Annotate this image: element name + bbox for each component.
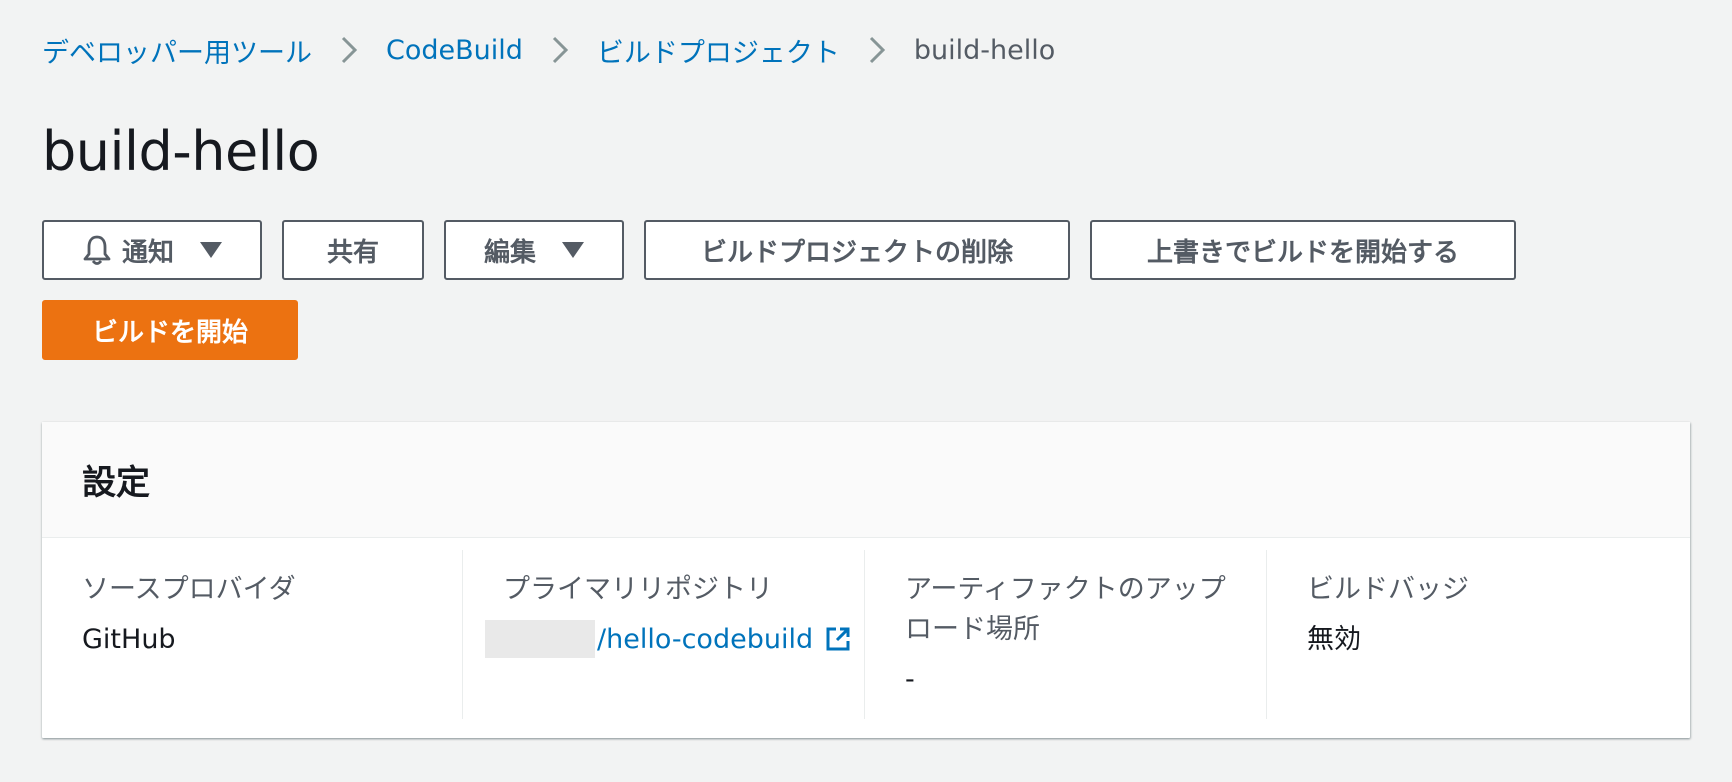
primary-repository-label: プライマリリポジトリ xyxy=(503,574,773,605)
start-build-button[interactable]: ビルドを開始 xyxy=(42,300,298,360)
configuration-panel: 設定 ソースプロバイダ GitHub プライマリリポジトリ /hello-cod… xyxy=(42,422,1690,738)
breadcrumb-current: build-hello xyxy=(913,34,1056,66)
edit-label: 編集 xyxy=(483,237,536,268)
panel-body: ソースプロバイダ GitHub プライマリリポジトリ /hello-codebu… xyxy=(42,538,1690,737)
primary-repository-column: プライマリリポジトリ /hello-codebuild xyxy=(462,550,864,719)
chevron-right-icon xyxy=(840,36,914,64)
breadcrumb-codebuild[interactable]: CodeBuild xyxy=(386,35,523,66)
caret-down-icon xyxy=(200,242,222,258)
build-badge-value: 無効 xyxy=(1307,624,1361,655)
artifact-upload-label: アーティファクトのアップロード場所 xyxy=(905,574,1226,645)
artifact-upload-value: - xyxy=(905,664,915,695)
source-provider-column: ソースプロバイダ GitHub xyxy=(42,550,462,719)
bell-icon xyxy=(82,234,112,266)
edit-button[interactable]: 編集 xyxy=(444,220,624,280)
build-badge-column: ビルドバッジ 無効 xyxy=(1266,550,1690,719)
delete-project-button[interactable]: ビルドプロジェクトの削除 xyxy=(644,220,1070,280)
breadcrumb-build-projects[interactable]: ビルドプロジェクト xyxy=(597,31,840,70)
start-build-with-overrides-button[interactable]: 上書きでビルドを開始する xyxy=(1090,220,1516,280)
panel-header: 設定 xyxy=(42,422,1690,538)
share-button[interactable]: 共有 xyxy=(282,220,424,280)
redacted-owner xyxy=(485,620,595,658)
notify-button[interactable]: 通知 xyxy=(42,220,262,280)
primary-repository-value: /hello-codebuild xyxy=(485,620,864,658)
primary-repository-link[interactable]: /hello-codebuild xyxy=(597,624,813,655)
source-provider-value: GitHub xyxy=(82,624,176,655)
caret-down-icon xyxy=(562,242,584,258)
panel-title: 設定 xyxy=(82,463,150,503)
breadcrumb: デベロッパー用ツール CodeBuild ビルドプロジェクト build-hel… xyxy=(42,30,1055,70)
build-badge-label: ビルドバッジ xyxy=(1307,574,1469,605)
page-title: build-hello xyxy=(42,120,320,183)
external-link-icon[interactable] xyxy=(825,626,851,652)
chevron-right-icon xyxy=(312,36,386,64)
source-provider-label: ソースプロバイダ xyxy=(82,574,296,605)
chevron-right-icon xyxy=(523,36,597,64)
breadcrumb-developer-tools[interactable]: デベロッパー用ツール xyxy=(42,31,312,70)
artifact-upload-column: アーティファクトのアップロード場所 - xyxy=(864,550,1266,719)
notify-label: 通知 xyxy=(121,237,174,268)
